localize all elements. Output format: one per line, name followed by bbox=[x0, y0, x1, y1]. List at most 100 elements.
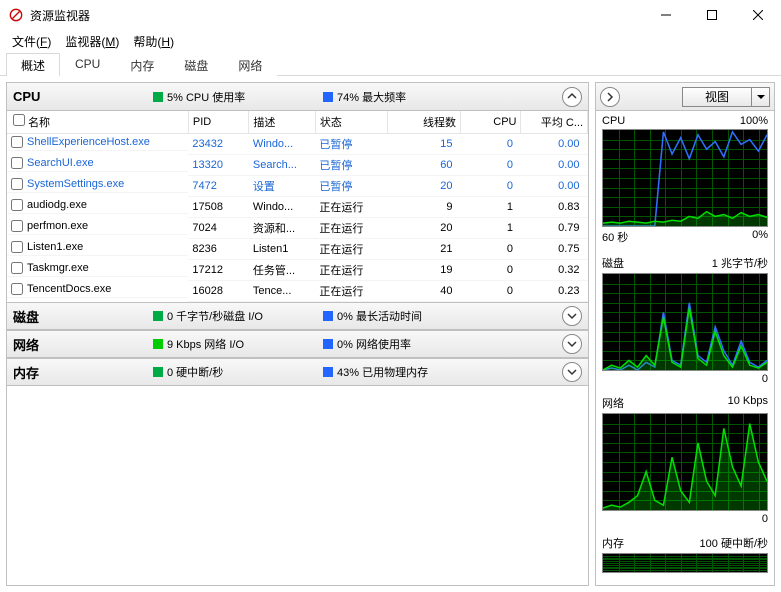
proc-status: 已暂停 bbox=[315, 155, 388, 176]
proc-cpu: 1 bbox=[461, 218, 521, 239]
table-row[interactable]: Taskmgr.exe17212任务管...正在运行1900.32 bbox=[7, 260, 588, 281]
cpu-graph-title: CPU bbox=[602, 115, 625, 127]
proc-pid: 13320 bbox=[188, 155, 248, 176]
view-dropdown[interactable]: 视图 bbox=[682, 87, 770, 107]
proc-pid: 8236 bbox=[188, 239, 248, 260]
proc-avg: 0.00 bbox=[521, 176, 588, 197]
network-section-toggle[interactable] bbox=[562, 334, 582, 354]
proc-desc: Search... bbox=[249, 155, 316, 176]
view-dropdown-label: 视图 bbox=[683, 88, 751, 105]
memory-graph-block: 内存100 硬中断/秒 bbox=[596, 531, 774, 579]
proc-name: Listen1.exe bbox=[27, 241, 83, 253]
row-checkbox[interactable] bbox=[11, 199, 23, 211]
minimize-button[interactable] bbox=[643, 0, 689, 30]
proc-pid: 23432 bbox=[188, 134, 248, 155]
right-pane-toggle[interactable] bbox=[600, 87, 620, 107]
cpu-section-toggle[interactable] bbox=[562, 87, 582, 107]
row-checkbox[interactable] bbox=[11, 262, 23, 274]
col-avg[interactable]: 平均 C... bbox=[521, 111, 588, 134]
select-all-checkbox[interactable] bbox=[13, 114, 25, 126]
proc-desc: Windo... bbox=[249, 197, 316, 218]
network-graph-title: 网络 bbox=[602, 395, 624, 411]
proc-pid: 17212 bbox=[188, 260, 248, 281]
row-checkbox[interactable] bbox=[11, 220, 23, 232]
proc-name: ShellExperienceHost.exe bbox=[27, 136, 150, 148]
cpu-graph bbox=[602, 129, 768, 227]
close-button[interactable] bbox=[735, 0, 781, 30]
proc-cpu: 0 bbox=[461, 134, 521, 155]
table-row[interactable]: SearchUI.exe13320Search...已暂停6000.00 bbox=[7, 155, 588, 176]
col-status[interactable]: 状态 bbox=[315, 111, 388, 134]
row-checkbox[interactable] bbox=[11, 136, 23, 148]
proc-threads: 40 bbox=[388, 281, 461, 302]
table-row[interactable]: ShellExperienceHost.exe 23432Windo...已暂停1… bbox=[7, 134, 588, 155]
proc-pid: 16028 bbox=[188, 281, 248, 302]
proc-desc: Windo... bbox=[249, 134, 316, 155]
proc-cpu: 0 bbox=[461, 281, 521, 302]
col-cpu[interactable]: CPU bbox=[461, 111, 521, 134]
row-checkbox[interactable] bbox=[11, 283, 23, 295]
tab-network[interactable]: 网络 bbox=[223, 53, 277, 76]
swatch-icon bbox=[153, 367, 163, 377]
tab-disk[interactable]: 磁盘 bbox=[169, 53, 223, 76]
menu-file[interactable]: 文件(F) bbox=[6, 31, 57, 52]
tab-cpu[interactable]: CPU bbox=[60, 53, 115, 76]
maximize-button[interactable] bbox=[689, 0, 735, 30]
col-pid[interactable]: PID bbox=[188, 111, 248, 134]
cpu-section-header[interactable]: CPU 5% CPU 使用率 74% 最大频率 bbox=[7, 83, 588, 111]
col-threads[interactable]: 线程数 bbox=[388, 111, 461, 134]
proc-threads: 9 bbox=[388, 197, 461, 218]
tab-overview[interactable]: 概述 bbox=[6, 53, 60, 76]
table-row[interactable]: SystemSettings.exe7472设置已暂停2000.00 bbox=[7, 176, 588, 197]
network-graph-min: 0 bbox=[762, 513, 768, 525]
disk-graph-title: 磁盘 bbox=[602, 255, 624, 271]
network-graph-block: 网络 10 Kbps 0 bbox=[596, 391, 774, 531]
proc-desc: 任务管... bbox=[249, 260, 316, 281]
disk-section-toggle[interactable] bbox=[562, 306, 582, 326]
memory-stat-used: 43% 已用物理内存 bbox=[323, 364, 428, 380]
disk-section-header[interactable]: 磁盘 0 千字节/秒磁盘 I/O 0% 最长活动时间 bbox=[7, 302, 588, 330]
col-desc[interactable]: 描述 bbox=[249, 111, 316, 134]
disk-graph-min: 0 bbox=[762, 373, 768, 385]
disk-graph-max: 1 兆字节/秒 bbox=[712, 255, 768, 271]
cpu-section-label: CPU bbox=[13, 89, 153, 104]
network-section-header[interactable]: 网络 9 Kbps 网络 I/O 0% 网络使用率 bbox=[7, 330, 588, 358]
row-checkbox[interactable] bbox=[11, 178, 23, 190]
network-graph bbox=[602, 413, 768, 511]
memory-section-header[interactable]: 内存 0 硬中断/秒 43% 已用物理内存 bbox=[7, 358, 588, 386]
memory-section-toggle[interactable] bbox=[562, 362, 582, 382]
proc-desc: Listen1 bbox=[249, 239, 316, 260]
menu-help[interactable]: 帮助(H) bbox=[127, 31, 180, 52]
proc-threads: 15 bbox=[388, 134, 461, 155]
row-checkbox[interactable] bbox=[11, 157, 23, 169]
proc-pid: 17508 bbox=[188, 197, 248, 218]
cpu-stat-usage: 5% CPU 使用率 bbox=[153, 89, 323, 105]
table-row[interactable]: perfmon.exe7024资源和...正在运行2010.79 bbox=[7, 218, 588, 239]
tab-memory[interactable]: 内存 bbox=[115, 53, 169, 76]
proc-threads: 20 bbox=[388, 176, 461, 197]
swatch-icon bbox=[153, 92, 163, 102]
swatch-icon bbox=[153, 339, 163, 349]
row-checkbox[interactable] bbox=[11, 241, 23, 253]
proc-cpu: 0 bbox=[461, 260, 521, 281]
proc-avg: 0.75 bbox=[521, 239, 588, 260]
swatch-icon bbox=[323, 92, 333, 102]
chevron-down-icon bbox=[751, 88, 769, 106]
left-pane: CPU 5% CPU 使用率 74% 最大频率 名称 PID 描述 状态 线程数… bbox=[6, 82, 589, 586]
menu-monitor[interactable]: 监视器(M) bbox=[59, 31, 125, 52]
memory-section-label: 内存 bbox=[13, 363, 153, 382]
swatch-icon bbox=[323, 367, 333, 377]
table-row[interactable]: TencentDocs.exe16028Tence...正在运行4000.23 bbox=[7, 281, 588, 302]
app-icon bbox=[8, 7, 24, 23]
proc-avg: 0.83 bbox=[521, 197, 588, 218]
proc-status: 正在运行 bbox=[315, 281, 388, 302]
proc-status: 已暂停 bbox=[315, 134, 388, 155]
table-row[interactable]: Listen1.exe8236Listen1正在运行2100.75 bbox=[7, 239, 588, 260]
network-graph-max: 10 Kbps bbox=[728, 395, 768, 411]
proc-avg: 0.00 bbox=[521, 155, 588, 176]
table-row[interactable]: audiodg.exe17508Windo...正在运行910.83 bbox=[7, 197, 588, 218]
process-table: 名称 PID 描述 状态 线程数 CPU 平均 C... ShellExperi… bbox=[7, 111, 588, 302]
proc-avg: 0.32 bbox=[521, 260, 588, 281]
proc-status: 正在运行 bbox=[315, 197, 388, 218]
col-name[interactable]: 名称 bbox=[7, 111, 188, 134]
